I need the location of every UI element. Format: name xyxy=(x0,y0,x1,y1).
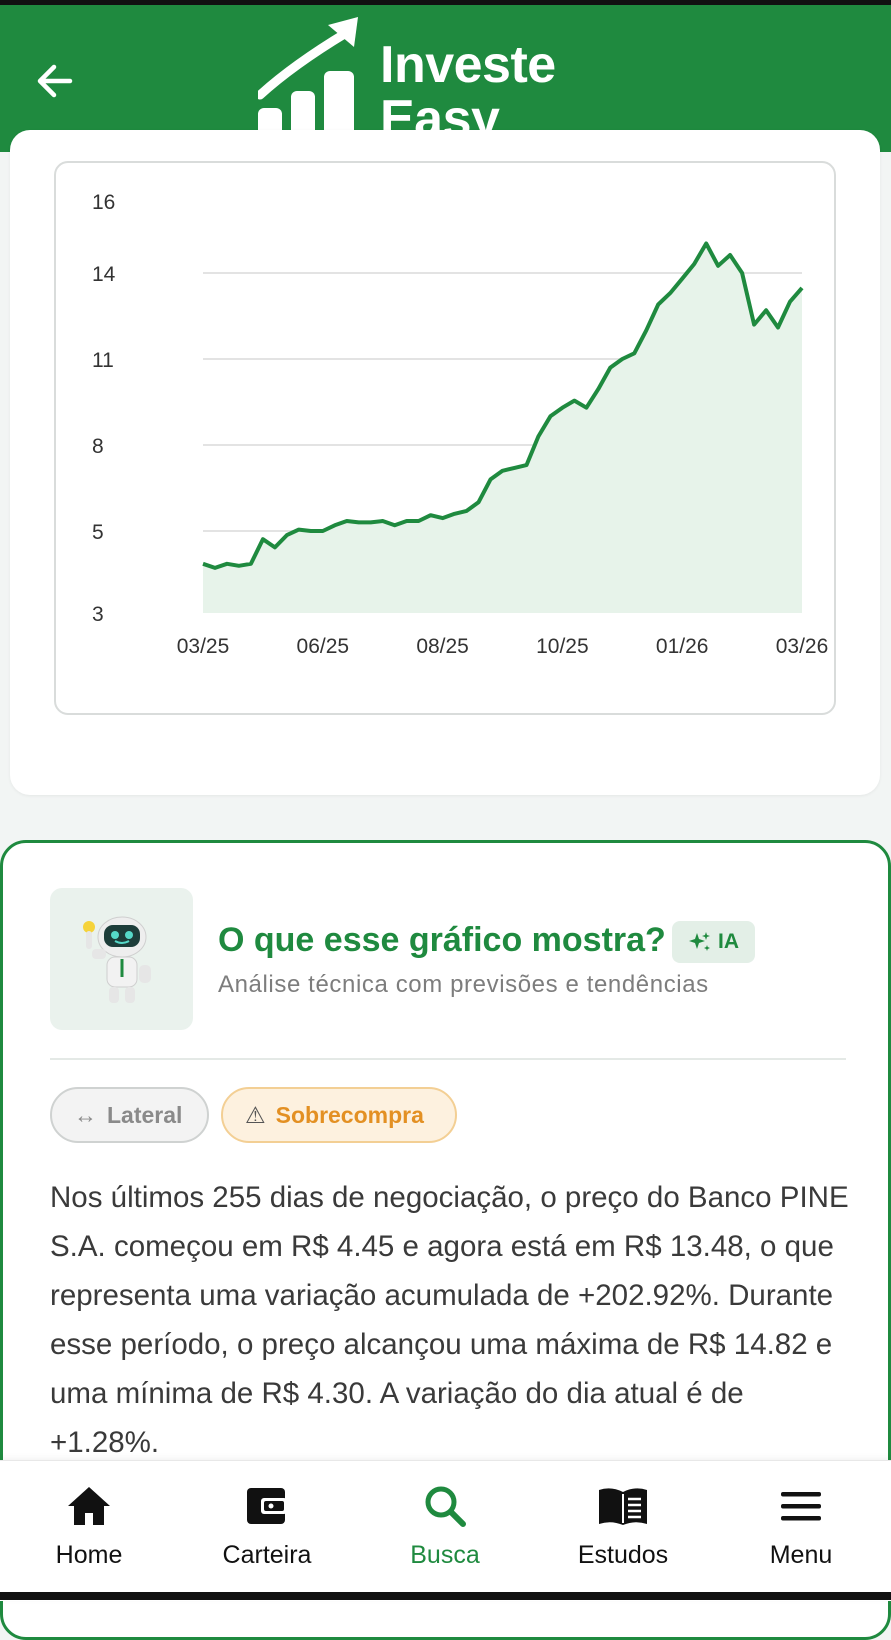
tab-label: Busca xyxy=(410,1541,480,1569)
y-tick-label: 5 xyxy=(92,521,104,544)
x-tick-label: 03/26 xyxy=(776,635,829,658)
x-tick-label: 03/25 xyxy=(177,635,230,658)
tab-home[interactable]: Home xyxy=(0,1481,178,1577)
x-tick-label: 10/25 xyxy=(536,635,589,658)
tab-menu[interactable]: Menu xyxy=(712,1481,890,1577)
sparkle-icon xyxy=(689,932,710,951)
x-tick-label: 01/26 xyxy=(656,635,709,658)
trend-chip-sobrecompra[interactable]: ⚠ Sobrecompra xyxy=(221,1087,457,1143)
x-tick-label: 06/25 xyxy=(297,635,350,658)
search-icon xyxy=(425,1486,466,1527)
price-chart-svg: 16 14 11 8 5 3 03/25 06/25 08/25 10/25 01/26 03/26 xyxy=(92,191,829,658)
warning-icon: ⚠ xyxy=(245,1101,266,1128)
ia-badge: IA xyxy=(672,921,755,963)
y-tick-label: 3 xyxy=(92,603,104,626)
menu-icon xyxy=(781,1492,821,1521)
price-area xyxy=(203,243,802,613)
logo-line1: Investe xyxy=(380,36,556,94)
y-tick-label: 8 xyxy=(92,435,104,458)
back-button[interactable] xyxy=(28,55,80,107)
x-tick-label: 08/25 xyxy=(416,635,469,658)
book-icon xyxy=(599,1488,647,1525)
tab-label: Menu xyxy=(769,1541,833,1569)
analysis-subtitle: Análise técnica com previsões e tendênci… xyxy=(218,971,709,998)
y-tick-label: 16 xyxy=(92,191,115,214)
y-tick-label: 14 xyxy=(92,263,116,286)
arrow-left-icon xyxy=(37,64,73,98)
home-icon xyxy=(68,1487,110,1525)
wallet-icon xyxy=(247,1488,287,1524)
tab-busca[interactable]: Busca xyxy=(356,1481,534,1577)
divider xyxy=(50,1058,846,1060)
arrows-horizontal-icon: ↔ xyxy=(74,1101,97,1128)
price-chart: 16 14 11 8 5 3 03/25 06/25 08/25 10/25 01/26 03/26 xyxy=(54,161,836,715)
system-nav-strip xyxy=(0,1592,891,1600)
tab-label: Estudos xyxy=(577,1541,669,1569)
robot-mascot xyxy=(50,888,193,1030)
bottom-nav: Home Carteira Busca Estudos Menu xyxy=(0,1460,891,1601)
analysis-title: O que esse gráfico mostra? xyxy=(218,921,666,959)
tab-label: Home xyxy=(55,1541,123,1569)
tab-estudos[interactable]: Estudos xyxy=(534,1481,712,1577)
analysis-body: Nos últimos 255 dias de negociação, o pr… xyxy=(50,1181,849,1459)
ia-badge-label: IA xyxy=(718,930,739,953)
trend-chip-lateral[interactable]: ↔ Lateral xyxy=(50,1087,209,1143)
y-tick-label: 11 xyxy=(92,349,114,372)
chip-label: Sobrecompra xyxy=(275,1101,424,1128)
chip-label: Lateral xyxy=(107,1101,183,1128)
tab-carteira[interactable]: Carteira xyxy=(178,1481,356,1577)
robot-mascot-icon xyxy=(82,916,151,1003)
tab-label: Carteira xyxy=(222,1541,312,1569)
